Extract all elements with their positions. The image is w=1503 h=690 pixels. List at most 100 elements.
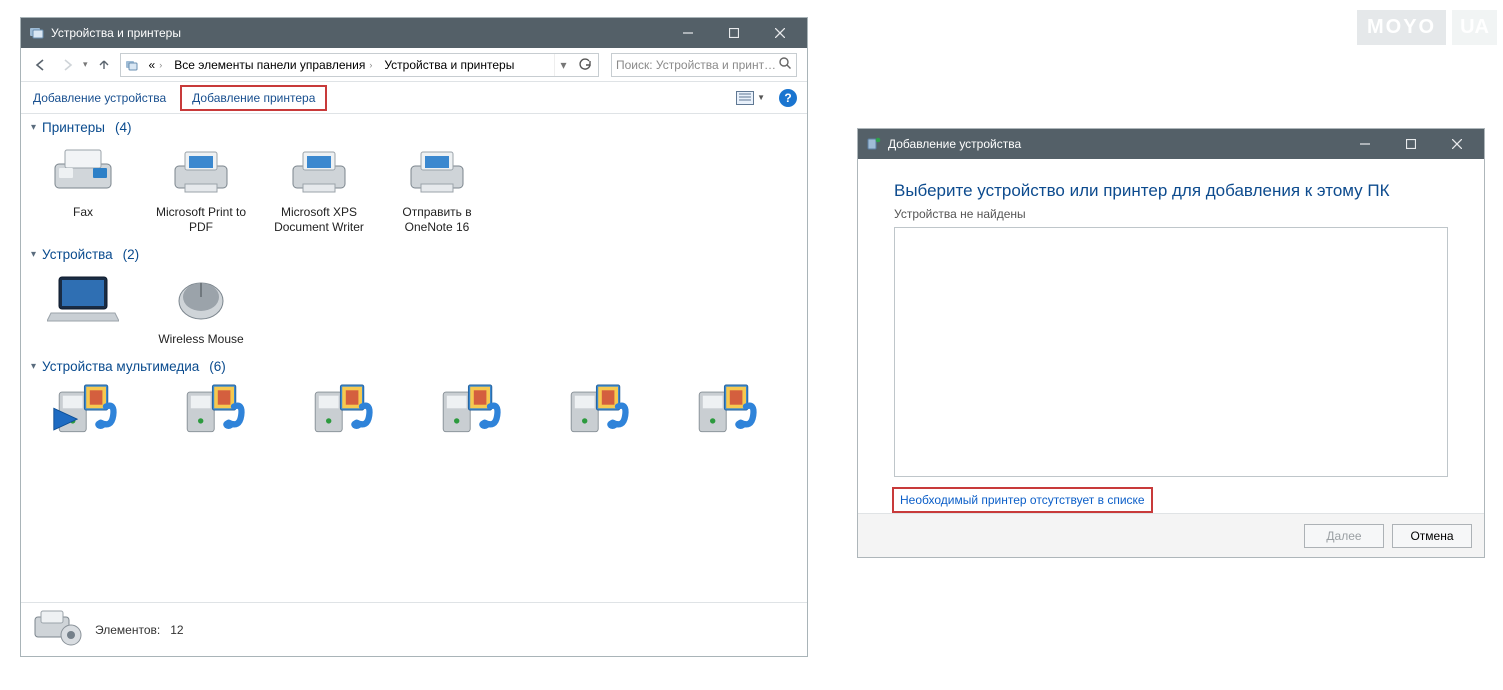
multimedia-item[interactable]	[415, 380, 529, 444]
nav-toolbar: ▾ «› Все элементы панели управления› Уст…	[21, 48, 807, 82]
breadcrumb-seg1-label: Все элементы панели управления	[174, 58, 365, 72]
printer-item[interactable]: Отправить в OneNote 16	[385, 141, 489, 235]
watermark: MOYO UA	[1357, 10, 1497, 45]
maximize-button[interactable]	[711, 18, 757, 48]
group-title: Устройства мультимедиа	[42, 359, 199, 374]
group-title: Принтеры	[42, 120, 105, 135]
mouse-icon	[165, 268, 237, 330]
chevron-down-icon: ▾	[31, 122, 36, 133]
next-button[interactable]: Далее	[1304, 524, 1384, 548]
nav-back-button[interactable]	[31, 55, 51, 75]
view-options-button[interactable]: ▼	[736, 91, 765, 105]
cancel-button[interactable]: Отмена	[1392, 524, 1472, 548]
fax-icon	[47, 141, 119, 203]
group-count: (2)	[123, 247, 140, 262]
devices-small-icon	[121, 57, 143, 73]
media-renderer-icon	[308, 380, 380, 442]
status-device-thumb-icon	[31, 607, 85, 652]
dialog-maximize-button[interactable]	[1388, 129, 1434, 159]
dialog-heading: Выберите устройство или принтер для доба…	[894, 181, 1448, 201]
printer-item[interactable]: Microsoft Print to PDF	[149, 141, 253, 235]
printer-icon	[401, 141, 473, 203]
dialog-subtext: Устройства не найдены	[894, 207, 1448, 221]
watermark-ua: UA	[1452, 10, 1497, 45]
group-header-printers[interactable]: ▾ Принтеры (4)	[29, 114, 807, 137]
command-bar: Добавление устройства Добавление принтер…	[21, 82, 807, 114]
breadcrumb-seg-devices[interactable]: Устройства и принтеры	[378, 54, 520, 76]
dialog-title: Добавление устройства	[888, 137, 1342, 151]
search-box[interactable]: Поиск: Устройства и принте...	[611, 53, 797, 77]
item-label: Wireless Mouse	[158, 332, 243, 347]
group-count: (6)	[209, 359, 226, 374]
status-bar: Элементов: 12	[21, 602, 807, 656]
laptop-icon	[47, 268, 119, 330]
printer-not-listed-link[interactable]: Необходимый принтер отсутствует в списке	[894, 489, 1151, 511]
dialog-titlebar: Добавление устройства	[858, 129, 1484, 159]
multimedia-grid	[29, 376, 807, 450]
status-elements-label: Элементов:	[95, 623, 160, 637]
printer-item[interactable]: Microsoft XPS Document Writer	[267, 141, 371, 235]
watermark-moyo: MOYO	[1357, 10, 1446, 45]
device-small-icon	[866, 136, 882, 152]
chevron-down-icon: ▾	[31, 361, 36, 372]
devices-grid: Wireless Mouse	[29, 264, 807, 353]
recent-locations-dropdown[interactable]: ▾	[83, 59, 88, 70]
multimedia-item[interactable]	[287, 380, 401, 444]
chevron-down-icon: ▼	[757, 93, 765, 102]
minimize-button[interactable]	[665, 18, 711, 48]
add-printer-cmd[interactable]: Добавление принтера	[182, 87, 325, 109]
dialog-button-row: Далее Отмена	[858, 513, 1484, 557]
media-renderer-icon	[692, 380, 764, 442]
breadcrumb-seg2-label: Устройства и принтеры	[384, 58, 514, 72]
breadcrumb-seg-control-panel[interactable]: Все элементы панели управления ›	[168, 54, 378, 76]
close-button[interactable]	[757, 18, 803, 48]
address-dropdown[interactable]: ▾	[554, 54, 572, 76]
titlebar: Устройства и принтеры	[21, 18, 807, 48]
add-device-dialog: Добавление устройства Выберите устройств…	[857, 128, 1485, 558]
media-renderer-icon	[436, 380, 508, 442]
help-button[interactable]: ?	[779, 89, 797, 107]
multimedia-item[interactable]	[159, 380, 273, 444]
dialog-minimize-button[interactable]	[1342, 129, 1388, 159]
status-elements-value: 12	[170, 623, 183, 637]
address-bar[interactable]: «› Все элементы панели управления› Устро…	[120, 53, 599, 77]
multimedia-item[interactable]	[31, 380, 145, 444]
chevron-right-icon: ›	[159, 60, 162, 70]
printers-grid: Fax Microsoft Print to PDF Microsoft XPS…	[29, 137, 807, 241]
chevron-down-icon: ▾	[31, 249, 36, 260]
multimedia-item[interactable]	[671, 380, 785, 444]
devices-and-printers-window: Устройства и принтеры ▾ «› Все элементы …	[20, 17, 808, 657]
breadcrumb-ellipsis[interactable]: «›	[143, 54, 169, 76]
search-icon	[778, 56, 792, 73]
chevron-right-icon: ›	[369, 60, 372, 70]
devices-icon	[29, 25, 45, 41]
media-renderer-icon	[564, 380, 636, 442]
nav-up-button[interactable]	[94, 55, 114, 75]
multimedia-item[interactable]	[543, 380, 657, 444]
printer-icon	[283, 141, 355, 203]
group-header-devices[interactable]: ▾ Устройства (2)	[29, 241, 807, 264]
printer-not-listed-row: Необходимый принтер отсутствует в списке	[894, 477, 1448, 507]
item-label: Microsoft XPS Document Writer	[267, 205, 371, 235]
search-placeholder: Поиск: Устройства и принте...	[616, 58, 778, 72]
window-title: Устройства и принтеры	[51, 26, 665, 40]
dialog-body: Выберите устройство или принтер для доба…	[858, 159, 1484, 513]
group-count: (4)	[115, 120, 132, 135]
breadcrumb-ellipsis-text: «	[149, 58, 156, 72]
content-pane: ▾ Принтеры (4) Fax Microsoft Print to PD…	[21, 114, 807, 602]
refresh-button[interactable]	[572, 58, 598, 72]
group-title: Устройства	[42, 247, 113, 262]
media-renderer-icon	[180, 380, 252, 442]
nav-forward-button[interactable]	[57, 55, 77, 75]
device-item[interactable]	[31, 268, 135, 347]
item-label: Microsoft Print to PDF	[149, 205, 253, 235]
device-listbox[interactable]	[894, 227, 1448, 477]
device-item[interactable]: Wireless Mouse	[149, 268, 253, 347]
dialog-close-button[interactable]	[1434, 129, 1480, 159]
media-renderer-icon	[52, 380, 124, 442]
group-header-multimedia[interactable]: ▾ Устройства мультимедиа (6)	[29, 353, 807, 376]
printer-item[interactable]: Fax	[31, 141, 135, 235]
item-label: Отправить в OneNote 16	[385, 205, 489, 235]
item-label: Fax	[73, 205, 93, 220]
add-device-cmd[interactable]: Добавление устройства	[31, 89, 168, 107]
